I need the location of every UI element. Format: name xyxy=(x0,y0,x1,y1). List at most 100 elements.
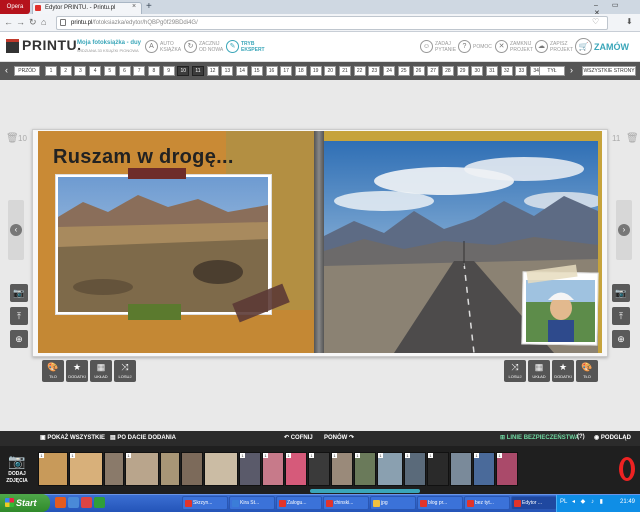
page-button-26[interactable]: 26 xyxy=(412,66,425,76)
firefox-icon[interactable] xyxy=(55,497,66,508)
cart-icon[interactable]: 🛒 xyxy=(575,38,592,55)
filmstrip-scrollbar[interactable] xyxy=(310,489,420,493)
page-button-33[interactable]: 33 xyxy=(515,66,528,76)
tool-losuj-button[interactable]: ⤨ LOSUJ xyxy=(504,360,526,382)
page-button-9[interactable]: 9 xyxy=(162,66,175,76)
page-button-7[interactable]: 7 xyxy=(133,66,146,76)
all-pages-button[interactable]: WSZYSTKIE STRONY xyxy=(582,66,636,76)
url-input[interactable]: printu.pl/fotoksiazka/edytor/hQBPg0f29BD… xyxy=(56,16,608,30)
save-project-button[interactable]: ZAPISZ PROJEKT xyxy=(550,41,573,53)
chevron-right-icon[interactable]: › xyxy=(618,224,630,236)
mode-restart[interactable]: ZACZNIJ OD NOWA xyxy=(199,41,223,53)
decor-tape-red[interactable] xyxy=(128,168,186,179)
logo[interactable]: PRINTU. xyxy=(22,37,82,53)
page-button-27[interactable]: 27 xyxy=(427,66,440,76)
page-button-10[interactable]: 10 xyxy=(177,66,190,76)
project-title[interactable]: Moja fotoksiążka - duy xyxy=(77,40,141,46)
taskbar-window-button[interactable]: Zalogu... xyxy=(276,496,322,510)
taskbar-window-button[interactable]: blog pr... xyxy=(417,496,463,510)
tool-to-button[interactable]: 🎨 TŁO xyxy=(576,360,598,382)
close-project-icon[interactable]: ✕ xyxy=(495,40,508,53)
page-button-6[interactable]: 6 xyxy=(118,66,131,76)
opera-icon[interactable] xyxy=(81,497,92,508)
text-icon[interactable]: ⤒ xyxy=(612,307,630,325)
home-icon[interactable]: ⌂ xyxy=(41,17,46,27)
photo-thumbnail[interactable] xyxy=(160,452,180,486)
tab-close-icon[interactable]: × xyxy=(132,3,136,10)
chevron-left-icon[interactable]: ‹ xyxy=(10,224,22,236)
prev-arrow-icon[interactable]: ‹ xyxy=(5,65,8,75)
page-button-3[interactable]: 3 xyxy=(74,66,87,76)
page-button-11[interactable]: 11 xyxy=(192,66,204,76)
save-project-icon[interactable]: ☁ xyxy=(535,40,548,53)
page-button-24[interactable]: 24 xyxy=(383,66,396,76)
restart-icon[interactable]: ↻ xyxy=(184,40,197,53)
text-icon[interactable]: ⤒ xyxy=(10,307,28,325)
page-button-13[interactable]: 13 xyxy=(221,66,234,76)
close-project-button[interactable]: ZAMKNIJ PROJEKT xyxy=(510,41,533,53)
back-icon[interactable]: ← xyxy=(4,17,13,27)
page-button-28[interactable]: 28 xyxy=(441,66,454,76)
tool-ukad-button[interactable]: ▦ UKŁAD xyxy=(528,360,550,382)
tool-dodatki-button[interactable]: ★ DODATKI xyxy=(552,360,574,382)
page-button-32[interactable]: 32 xyxy=(500,66,513,76)
page-button-8[interactable]: 8 xyxy=(147,66,160,76)
help-icon[interactable]: ? xyxy=(458,40,471,53)
mode-auto-book[interactable]: AUTO KSIĄŻKA xyxy=(160,41,181,53)
page-button-2[interactable]: 2 xyxy=(59,66,72,76)
trash-icon[interactable]: 🗑 xyxy=(626,133,639,144)
page-button-5[interactable]: 5 xyxy=(103,66,116,76)
safety-lines-toggle[interactable]: ⊞ LINIE BEZPIECZEŃSTWA xyxy=(500,434,579,441)
auto-book-icon[interactable]: A xyxy=(145,40,158,53)
mode-expert[interactable]: TRYB EKSPERT xyxy=(241,41,265,53)
sort-dropdown[interactable]: ▤ PO DACIE DODANIA xyxy=(110,434,176,441)
page-button-25[interactable]: 25 xyxy=(397,66,410,76)
order-button[interactable]: ZAMÓW xyxy=(594,42,629,52)
page-button-29[interactable]: 29 xyxy=(456,66,469,76)
page-button-23[interactable]: 23 xyxy=(368,66,381,76)
opera-menu-button[interactable]: Opera xyxy=(0,0,30,14)
page-button-15[interactable]: 15 xyxy=(250,66,263,76)
add-photos-button[interactable]: 📷 DODAJ ZDJĘCIA xyxy=(3,449,31,491)
taskbar-window-button[interactable]: chinski... xyxy=(323,496,369,510)
reload-icon[interactable]: ↻ xyxy=(29,17,37,28)
taskbar-window-button[interactable]: jpg xyxy=(370,496,416,510)
ask-question-icon[interactable]: ☺ xyxy=(420,40,433,53)
photo-thumbnail[interactable] xyxy=(104,452,124,486)
show-all-dropdown[interactable]: ▣ POKAŻ WSZYSTKIE xyxy=(40,434,105,441)
page-button-17[interactable]: 17 xyxy=(280,66,293,76)
page-button-20[interactable]: 20 xyxy=(324,66,337,76)
photo-thumbnail[interactable] xyxy=(450,452,472,486)
add-icon[interactable]: ⊕ xyxy=(10,330,28,348)
page-button-18[interactable]: 18 xyxy=(294,66,307,76)
taskbar-window-button[interactable]: bez tyt... xyxy=(464,496,510,510)
help-button[interactable]: POMOC xyxy=(473,44,492,50)
language-indicator[interactable]: PL xyxy=(560,499,567,505)
tool-to-button[interactable]: 🎨 TŁO xyxy=(42,360,64,382)
trash-icon[interactable]: 🗑 xyxy=(6,133,19,144)
next-page-button[interactable]: TYŁ xyxy=(539,66,565,76)
add-icon[interactable]: ⊕ xyxy=(612,330,630,348)
taskbar-window-button[interactable]: Kira St... xyxy=(229,496,275,510)
explorer-icon[interactable] xyxy=(68,497,79,508)
heart-icon[interactable]: ♡ xyxy=(592,17,599,26)
page-button-19[interactable]: 19 xyxy=(309,66,322,76)
decor-tape-green[interactable] xyxy=(128,304,181,320)
photo-thumbnail[interactable] xyxy=(181,452,203,486)
download-icon[interactable]: ⬇ xyxy=(626,17,633,26)
page-button-16[interactable]: 16 xyxy=(265,66,278,76)
page-button-22[interactable]: 22 xyxy=(353,66,366,76)
page-button-14[interactable]: 14 xyxy=(236,66,249,76)
camera-icon[interactable]: 📷 xyxy=(612,284,630,302)
browser-tab[interactable]: Edytor PRINTU. - Printu.pl xyxy=(32,2,142,14)
next-arrow-icon[interactable]: › xyxy=(570,65,573,75)
skype-icon[interactable] xyxy=(94,497,105,508)
tool-dodatki-button[interactable]: ★ DODATKI xyxy=(66,360,88,382)
safety-help[interactable]: (?) xyxy=(577,434,585,440)
tray-icons[interactable]: ◂ ◆ ♪ ▮ xyxy=(572,498,605,505)
page-button-12[interactable]: 12 xyxy=(206,66,219,76)
page-info-icon[interactable] xyxy=(60,19,66,26)
ask-question-button[interactable]: ZADAJ PYTANIE xyxy=(435,41,456,53)
tool-losuj-button[interactable]: ⤨ LOSUJ xyxy=(114,360,136,382)
page-button-4[interactable]: 4 xyxy=(89,66,102,76)
